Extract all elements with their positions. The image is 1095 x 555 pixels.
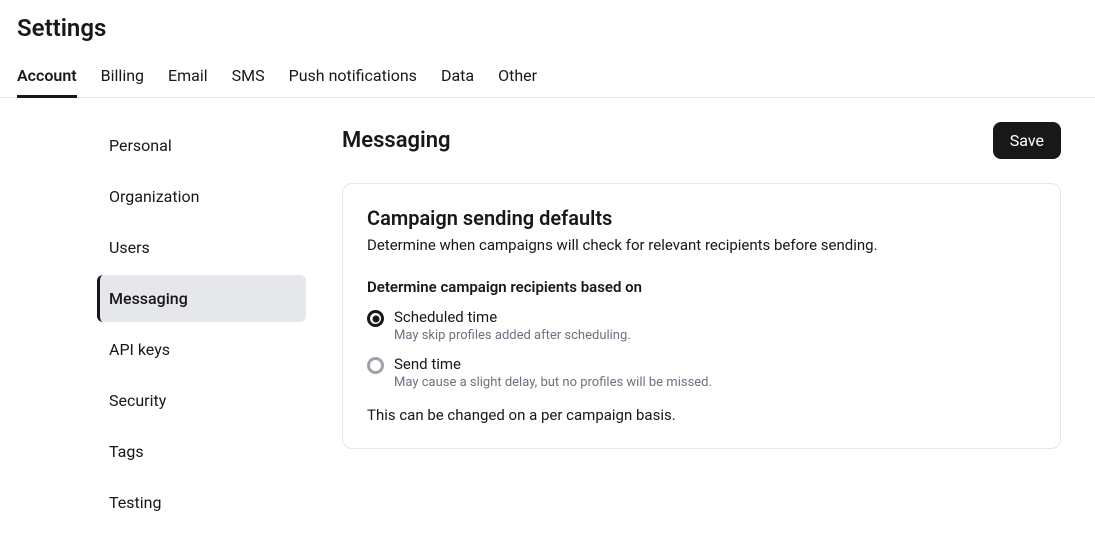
tab-account[interactable]: Account xyxy=(17,56,77,98)
card-note: This can be changed on a per campaign ba… xyxy=(367,406,1036,424)
sidebar-item-security[interactable]: Security xyxy=(97,377,306,424)
sidebar-item-personal[interactable]: Personal xyxy=(97,122,306,169)
tab-data[interactable]: Data xyxy=(441,56,474,98)
tab-billing[interactable]: Billing xyxy=(101,56,144,98)
sidebar-item-api-keys[interactable]: API keys xyxy=(97,326,306,373)
campaign-defaults-card: Campaign sending defaults Determine when… xyxy=(342,183,1061,449)
card-title: Campaign sending defaults xyxy=(367,206,1036,230)
sidebar-item-tags[interactable]: Tags xyxy=(97,428,306,475)
radio-label: Scheduled time xyxy=(394,308,631,326)
radio-circle-selected-icon xyxy=(367,310,384,327)
radio-circle-icon xyxy=(367,357,384,374)
sidebar-item-organization[interactable]: Organization xyxy=(97,173,306,220)
radio-desc: May skip profiles added after scheduling… xyxy=(394,328,631,343)
radio-label: Send time xyxy=(394,355,712,373)
sidebar: Personal Organization Users Messaging AP… xyxy=(0,122,306,530)
tab-push-notifications[interactable]: Push notifications xyxy=(289,56,417,98)
sidebar-item-messaging[interactable]: Messaging xyxy=(97,275,306,322)
radio-desc: May cause a slight delay, but no profile… xyxy=(394,375,712,390)
main-panel: Messaging Save Campaign sending defaults… xyxy=(306,122,1095,530)
field-label: Determine campaign recipients based on xyxy=(367,278,1036,296)
save-button[interactable]: Save xyxy=(993,122,1061,159)
section-title: Messaging xyxy=(342,128,451,153)
tab-email[interactable]: Email xyxy=(168,56,208,98)
tab-sms[interactable]: SMS xyxy=(232,56,265,98)
sidebar-item-users[interactable]: Users xyxy=(97,224,306,271)
tab-other[interactable]: Other xyxy=(498,56,537,98)
radio-scheduled-time[interactable]: Scheduled time May skip profiles added a… xyxy=(367,308,1036,343)
page-title: Settings xyxy=(17,12,1078,44)
card-subtext: Determine when campaigns will check for … xyxy=(367,236,1036,254)
settings-tabs: Account Billing Email SMS Push notificat… xyxy=(0,56,1095,98)
radio-send-time[interactable]: Send time May cause a slight delay, but … xyxy=(367,355,1036,390)
sidebar-item-testing[interactable]: Testing xyxy=(97,479,306,526)
